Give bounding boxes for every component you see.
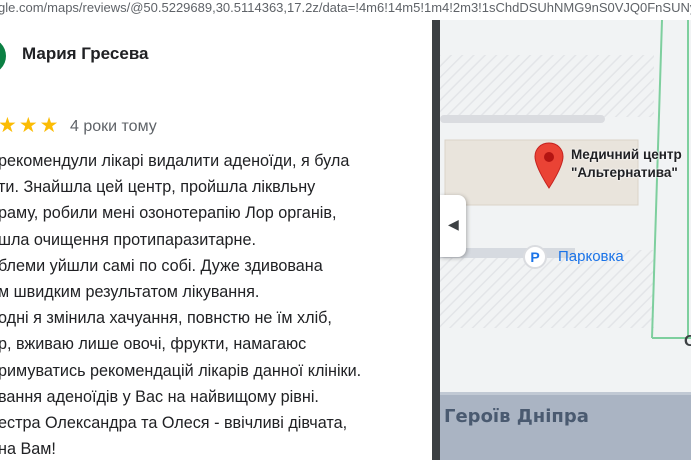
review-line: вання аденоїдів у Вас на найвищому рівні… [0,387,319,406]
review-line: римуватись рекомендацій лікарів данної к… [0,361,362,380]
collapse-panel-button[interactable]: ◀ [440,195,466,257]
parking-icon[interactable]: P [523,245,547,269]
review-text: рекомендули лікарі видалити аденоїди, я … [0,148,428,460]
review-line: м швидким результатом лікування. [0,282,260,301]
review-line: раму, робили мені озонотерапію Лор орган… [0,204,337,223]
hatched-area [440,55,654,117]
review-line: на Вам! [0,440,56,459]
place-label-line1[interactable]: Медичний центр [571,147,682,162]
star-icon: ★ [18,114,38,137]
review-age: 4 роки тому [70,118,157,135]
road-label: Героїв Дніпра [440,398,691,438]
star-icon: ★ [39,114,59,137]
parking-label[interactable]: Парковка [558,248,624,265]
review-line: блеми уйшли самі по собі. Дуже здивована [0,256,323,275]
map-graphics [440,20,691,460]
review-line: одні я змінила хачуання, повнстю не їм х… [0,309,332,328]
review-line: ти. Знайшла цей центр, пройшла ліквльну [0,178,316,197]
avatar[interactable] [0,38,6,74]
review-panel: Мария Гресева ★★★ 4 роки тому рекомендул… [0,30,432,460]
place-label-line2[interactable]: "Альтернатива" [571,165,678,180]
panel-divider[interactable] [432,20,440,460]
location-pin-icon[interactable] [534,142,564,190]
review-line: р, вживаю лише овочі, фрукти, намагаюс [0,335,307,354]
review-line: рекомендули лікарі видалити аденоїди, я … [0,152,350,170]
chevron-left-icon: ◀ [448,216,459,232]
road-edge [440,392,691,395]
review-author-name[interactable]: Мария Гресева [22,44,149,64]
road-name: Героїв Дніпра [444,406,589,427]
map-edge-label: О [684,333,691,350]
review-line: естра Олександра та Олеся - ввічливі дів… [0,413,348,432]
star-icon: ★ [0,114,17,137]
map-canvas[interactable] [440,20,691,460]
footpath [440,115,605,123]
review-line: шла очищення протипаразитарне. [0,230,256,249]
star-rating: ★★★ [0,114,60,137]
